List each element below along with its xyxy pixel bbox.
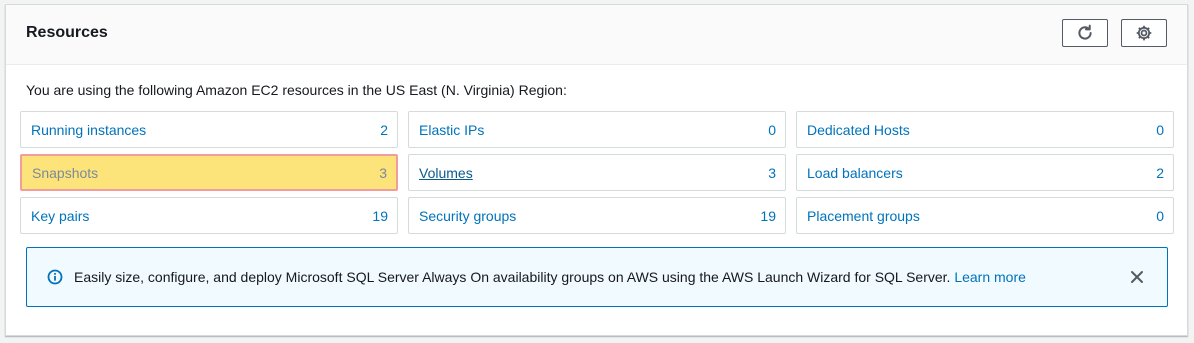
resource-key-pairs[interactable]: Key pairs 19 [20, 197, 398, 234]
resource-dedicated-hosts[interactable]: Dedicated Hosts 0 [796, 111, 1174, 148]
resource-label: Snapshots [32, 164, 99, 181]
settings-button[interactable] [1121, 19, 1167, 47]
gear-icon [1136, 25, 1152, 41]
info-text: Easily size, configure, and deploy Micro… [74, 269, 1026, 285]
resource-label: Dedicated Hosts [807, 121, 910, 138]
resource-running-instances[interactable]: Running instances 2 [20, 111, 398, 148]
info-message: Easily size, configure, and deploy Micro… [74, 269, 955, 285]
resource-volumes[interactable]: Volumes 3 [408, 154, 786, 191]
resources-panel: Resources You are using the following Am… [5, 4, 1188, 336]
panel-header: Resources [6, 5, 1187, 65]
close-icon [1131, 271, 1143, 283]
resource-elastic-ips[interactable]: Elastic IPs 0 [408, 111, 786, 148]
resource-count: 0 [1156, 121, 1164, 138]
resource-grid: Running instances 2 Elastic IPs 0 Dedica… [20, 111, 1175, 236]
resource-label: Key pairs [31, 207, 90, 224]
resource-count: 2 [1156, 164, 1164, 181]
resources-intro-text: You are using the following Amazon EC2 r… [26, 82, 567, 98]
resource-count: 19 [760, 207, 776, 224]
resource-count: 0 [1156, 207, 1164, 224]
resource-label: Load balancers [807, 164, 903, 181]
resource-label: Placement groups [807, 207, 920, 224]
resource-label: Security groups [419, 207, 517, 224]
resource-label: Volumes [419, 164, 473, 181]
resource-count: 3 [379, 164, 387, 181]
resource-placement-groups[interactable]: Placement groups 0 [796, 197, 1174, 234]
resource-load-balancers[interactable]: Load balancers 2 [796, 154, 1174, 191]
refresh-button[interactable] [1062, 19, 1108, 47]
resource-count: 19 [372, 207, 388, 224]
resource-count: 3 [768, 164, 776, 181]
close-button[interactable] [1128, 268, 1146, 286]
info-banner: Easily size, configure, and deploy Micro… [26, 247, 1168, 307]
info-icon [47, 269, 63, 285]
resource-label: Elastic IPs [419, 121, 485, 138]
panel-title: Resources [26, 24, 108, 41]
refresh-icon [1078, 24, 1092, 40]
resource-snapshots[interactable]: Snapshots 3 [20, 154, 398, 191]
resource-label: Running instances [31, 121, 147, 138]
resource-security-groups[interactable]: Security groups 19 [408, 197, 786, 234]
resource-count: 2 [380, 121, 388, 138]
learn-more-link[interactable]: Learn more [954, 269, 1026, 285]
resource-count: 0 [768, 121, 776, 138]
